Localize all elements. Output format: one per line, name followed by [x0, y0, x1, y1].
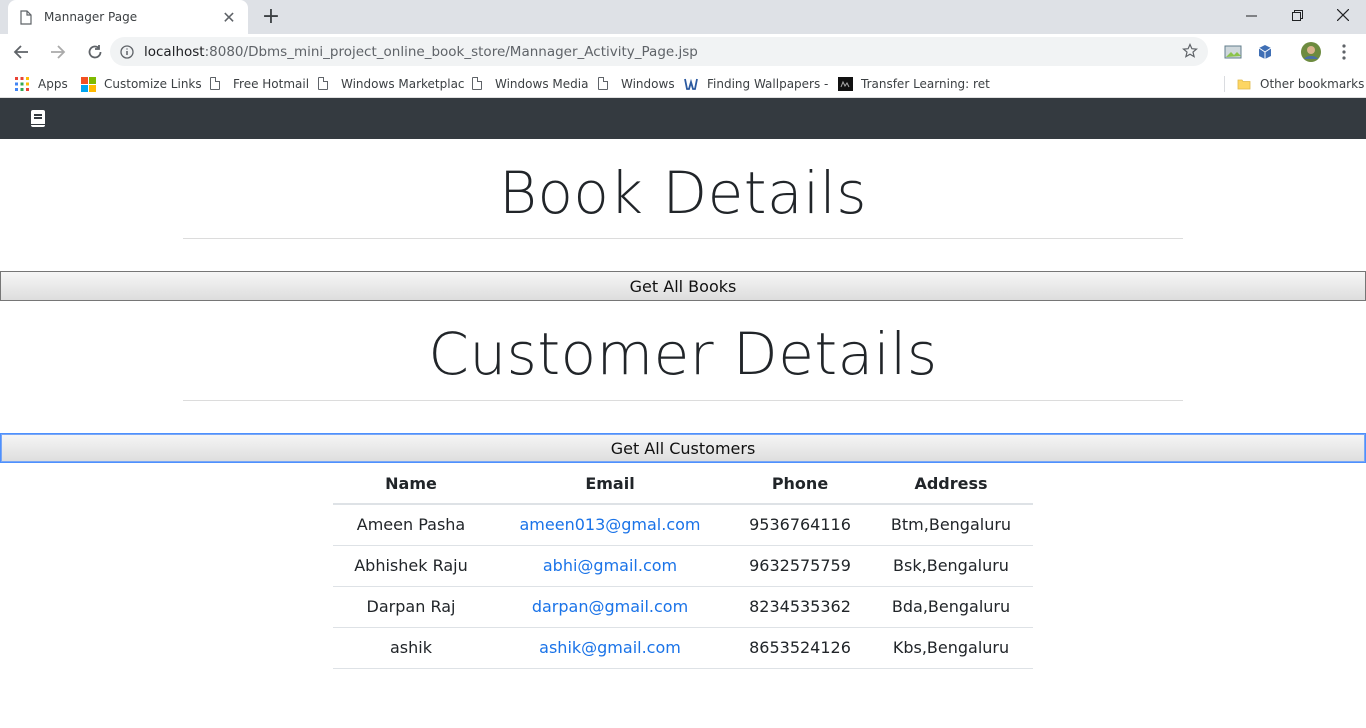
email-link[interactable]: ashik@gmail.com [539, 638, 681, 657]
column-header-phone: Phone [731, 463, 869, 505]
divider [183, 400, 1183, 401]
close-tab-icon[interactable]: ✕ [220, 8, 238, 27]
cell-email: ashik@gmail.com [489, 627, 731, 669]
book-icon[interactable] [31, 110, 45, 127]
bookmark-transfer-learning[interactable]: Transfer Learning: ret [838, 70, 990, 98]
back-arrow-icon [13, 45, 28, 59]
bookmark-windows-media[interactable]: Windows Media [472, 70, 588, 98]
reload-button[interactable] [79, 36, 111, 68]
cell-email: darpan@gmail.com [489, 586, 731, 628]
table-row: Ameen Pasha ameen013@gmal.com 9536764116… [333, 504, 1033, 546]
restore-button[interactable] [1274, 0, 1320, 30]
cube-extension-icon[interactable] [1254, 41, 1276, 63]
cell-address: Bda,Bengaluru [869, 586, 1033, 628]
email-link[interactable]: darpan@gmail.com [532, 597, 688, 616]
info-icon[interactable] [120, 44, 134, 59]
menu-kebab-icon[interactable] [1333, 41, 1355, 63]
email-link[interactable]: ameen013@gmal.com [519, 515, 700, 534]
table-row: ashik ashik@gmail.com 8653524126 Kbs,Ben… [333, 627, 1033, 669]
image-extension-icon[interactable] [1222, 41, 1244, 63]
column-header-email: Email [489, 463, 731, 505]
bookmark-windows-marketplace[interactable]: Windows Marketplac [318, 70, 465, 98]
email-link[interactable]: abhi@gmail.com [543, 556, 677, 575]
minimize-button[interactable] [1228, 0, 1274, 30]
browser-toolbar: localhost:8080/Dbms_mini_project_online_… [0, 34, 1366, 70]
folder-icon [1237, 77, 1251, 91]
profile-avatar[interactable] [1300, 41, 1322, 63]
cell-address: Btm,Bengaluru [869, 504, 1033, 546]
bookmark-star-icon[interactable] [1182, 43, 1198, 63]
cell-email: abhi@gmail.com [489, 545, 731, 587]
browser-tab[interactable]: Mannager Page ✕ [8, 0, 248, 34]
get-all-customers-button[interactable]: Get All Customers [0, 433, 1366, 463]
column-header-name: Name [333, 463, 489, 505]
cell-phone: 9536764116 [731, 504, 869, 546]
column-header-address: Address [869, 463, 1033, 505]
wallpaper-site-icon [684, 77, 698, 91]
page-icon [20, 9, 32, 25]
forward-arrow-icon [51, 45, 66, 59]
table-row: Abhishek Raju abhi@gmail.com 9632575759 … [333, 545, 1033, 587]
article-thumb-icon [838, 77, 853, 91]
bookmark-free-hotmail[interactable]: Free Hotmail [210, 70, 309, 98]
back-button[interactable] [5, 36, 37, 68]
bookmark-finding-wallpapers[interactable]: Finding Wallpapers - [684, 70, 828, 98]
windows-logo-icon [81, 77, 96, 92]
bookmarks-divider [1224, 76, 1225, 92]
cell-address: Bsk,Bengaluru [869, 545, 1033, 587]
page-icon [318, 77, 332, 91]
forward-button[interactable] [42, 36, 74, 68]
cell-name: Abhishek Raju [333, 545, 489, 587]
bookmark-customize-links[interactable]: Customize Links [81, 70, 202, 98]
cell-name: Darpan Raj [333, 586, 489, 628]
bookmark-apps[interactable]: Apps [15, 70, 68, 98]
table-header-row: Name Email Phone Address [333, 463, 1033, 505]
cell-address: Kbs,Bengaluru [869, 627, 1033, 669]
site-navbar [0, 98, 1366, 139]
cell-name: Ameen Pasha [333, 504, 489, 546]
bookmarks-bar: Apps Customize Links Free Hotmail Window… [0, 70, 1366, 98]
cell-name: ashik [333, 627, 489, 669]
customers-table: Name Email Phone Address Ameen Pasha ame… [333, 463, 1033, 669]
apps-grid-icon [15, 77, 29, 91]
table-row: Darpan Raj darpan@gmail.com 8234535362 B… [333, 586, 1033, 628]
reload-icon [88, 45, 102, 59]
divider [183, 238, 1183, 239]
cell-phone: 8653524126 [731, 627, 869, 669]
cell-phone: 9632575759 [731, 545, 869, 587]
close-window-button[interactable] [1320, 0, 1366, 30]
tab-strip: Mannager Page ✕ + [0, 0, 1366, 34]
page-icon [210, 77, 224, 91]
get-all-books-button[interactable]: Get All Books [0, 271, 1366, 301]
bookmark-windows[interactable]: Windows [598, 70, 675, 98]
address-bar[interactable]: localhost:8080/Dbms_mini_project_online_… [110, 37, 1208, 66]
new-tab-button[interactable]: + [258, 4, 284, 30]
page-icon [598, 77, 612, 91]
bookmark-other-bookmarks[interactable]: Other bookmarks [1237, 70, 1364, 98]
customer-details-heading: Customer Details [428, 320, 938, 388]
cell-phone: 8234535362 [731, 586, 869, 628]
page-icon [472, 77, 486, 91]
cell-email: ameen013@gmal.com [489, 504, 731, 546]
book-details-heading: Book Details [498, 159, 868, 227]
tab-title: Mannager Page [44, 10, 138, 24]
url-text: localhost:8080/Dbms_mini_project_online_… [144, 43, 698, 60]
